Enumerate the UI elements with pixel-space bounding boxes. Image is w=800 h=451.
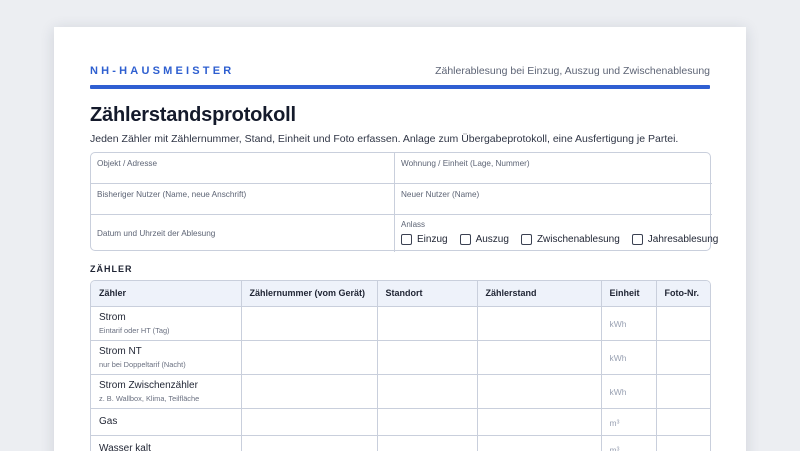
table-header-row: Zähler Zählernummer (vom Gerät) Standort… xyxy=(91,281,710,307)
datum-label: Datum und Uhrzeit der Ablesung xyxy=(97,229,216,238)
wohnung-label: Wohnung / Einheit (Lage, Nummer) xyxy=(401,159,530,168)
meter-cell: Gas xyxy=(91,408,242,436)
location-field[interactable] xyxy=(377,340,478,375)
option-zwischenablesung[interactable]: Zwischenablesung xyxy=(520,234,620,245)
header-tagline: Zählerablesung bei Einzug, Auszug und Zw… xyxy=(435,65,710,77)
photo-number-field[interactable] xyxy=(656,435,710,451)
meter-note: z. B. Wallbox, Klima, Teilfläche xyxy=(99,393,200,403)
photo-number-field[interactable] xyxy=(656,408,710,436)
col-header-zaehler: Zähler xyxy=(91,281,242,307)
unit-label: kWh xyxy=(609,387,627,397)
table-row: Wasser kalt m³ xyxy=(91,435,710,451)
table-row: Gas m³ xyxy=(91,408,710,436)
anlass-label: Anlass xyxy=(401,220,426,229)
meter-name: Strom NT xyxy=(99,345,142,357)
reading-field[interactable] xyxy=(477,435,602,451)
photo-number-field[interactable] xyxy=(656,340,710,375)
col-header-zaehlernummer: Zählernummer (vom Gerät) xyxy=(241,281,378,307)
header-rule xyxy=(90,85,710,89)
reading-field[interactable] xyxy=(477,306,602,341)
table-row: Strom Zwischenzähler z. B. Wallbox, Klim… xyxy=(91,374,710,409)
page-title: Zählerstandsprotokoll xyxy=(90,104,296,126)
meter-number-field[interactable] xyxy=(241,408,378,436)
unit-cell: kWh xyxy=(601,306,657,341)
objekt-label: Objekt / Adresse xyxy=(97,159,158,168)
bisheriger-nutzer-field[interactable]: Bisheriger Nutzer (Name, neue Anschrift) xyxy=(91,184,395,215)
meter-cell: Strom Zwischenzähler z. B. Wallbox, Klim… xyxy=(91,374,242,409)
unit-label: m³ xyxy=(609,417,620,428)
auszug-checkbox[interactable] xyxy=(459,234,471,245)
table-row: Strom NT nur bei Doppeltarif (Nacht) kWh xyxy=(91,340,710,375)
col-header-foto: Foto-Nr. xyxy=(656,281,710,307)
location-field[interactable] xyxy=(377,374,478,409)
meter-name: Strom Zwischenzähler xyxy=(99,379,198,391)
location-field[interactable] xyxy=(377,435,478,451)
neuer-nutzer-label: Neuer Nutzer (Name) xyxy=(401,190,480,199)
location-field[interactable] xyxy=(377,408,478,436)
jahresablesung-label: Jahresablesung xyxy=(647,234,719,245)
meter-name: Gas xyxy=(99,416,118,427)
meter-table: Zähler Zählernummer (vom Gerät) Standort… xyxy=(90,280,711,451)
meter-note: Eintarif oder HT (Tag) xyxy=(99,325,170,335)
col-header-zaehlerstand: Zählerstand xyxy=(477,281,602,307)
jahresablesung-checkbox[interactable] xyxy=(631,234,643,245)
meter-name: Strom xyxy=(99,311,126,323)
anlass-options: Einzug Auszug Zwischenablesung Jahresabl… xyxy=(401,234,718,245)
zwischenablesung-label: Zwischenablesung xyxy=(536,234,620,245)
protocol-sheet: NH-HAUSMEISTER Zählerablesung bei Einzug… xyxy=(54,27,746,451)
neuer-nutzer-field[interactable]: Neuer Nutzer (Name) xyxy=(395,184,712,215)
wohnung-field[interactable]: Wohnung / Einheit (Lage, Nummer) xyxy=(395,153,712,184)
meter-number-field[interactable] xyxy=(241,340,378,375)
anlass-field: Anlass Einzug Auszug Zwischenablesung Ja… xyxy=(395,215,718,252)
option-auszug[interactable]: Auszug xyxy=(459,234,509,245)
brand-logo: NH-HAUSMEISTER xyxy=(90,65,235,77)
col-header-einheit: Einheit xyxy=(601,281,657,307)
meter-name: Wasser kalt xyxy=(99,443,151,451)
unit-label: kWh xyxy=(609,319,627,329)
page-subtitle: Jeden Zähler mit Zählernummer, Stand, Ei… xyxy=(90,133,679,145)
reading-field[interactable] xyxy=(477,340,602,375)
meter-cell: Strom NT nur bei Doppeltarif (Nacht) xyxy=(91,340,242,375)
objekt-field[interactable]: Objekt / Adresse xyxy=(91,153,395,184)
unit-cell: kWh xyxy=(601,374,657,409)
einzug-label: Einzug xyxy=(417,234,448,245)
meter-cell: Wasser kalt xyxy=(91,435,242,451)
photo-number-field[interactable] xyxy=(656,306,710,341)
auszug-label: Auszug xyxy=(475,234,509,245)
location-field[interactable] xyxy=(377,306,478,341)
reading-field[interactable] xyxy=(477,408,602,436)
unit-cell: kWh xyxy=(601,340,657,375)
option-einzug[interactable]: Einzug xyxy=(401,234,448,245)
meter-note: nur bei Doppeltarif (Nacht) xyxy=(99,359,186,369)
photo-number-field[interactable] xyxy=(656,374,710,409)
header: NH-HAUSMEISTER Zählerablesung bei Einzug… xyxy=(90,65,710,77)
unit-label: m³ xyxy=(609,444,620,451)
bisheriger-nutzer-label: Bisheriger Nutzer (Name, neue Anschrift) xyxy=(97,190,247,199)
reading-field[interactable] xyxy=(477,374,602,409)
info-box: Objekt / Adresse Wohnung / Einheit (Lage… xyxy=(90,152,718,252)
zwischenablesung-checkbox[interactable] xyxy=(520,234,532,245)
col-header-standort: Standort xyxy=(377,281,478,307)
unit-label: kWh xyxy=(609,353,627,363)
datum-field[interactable]: Datum und Uhrzeit der Ablesung xyxy=(91,215,395,252)
table-row: Strom Eintarif oder HT (Tag) kWh xyxy=(91,306,710,341)
meter-cell: Strom Eintarif oder HT (Tag) xyxy=(91,306,242,341)
unit-cell: m³ xyxy=(601,408,657,436)
meter-number-field[interactable] xyxy=(241,435,378,451)
section-label-zaehler: ZÄHLER xyxy=(90,264,133,274)
meter-number-field[interactable] xyxy=(241,306,378,341)
meter-number-field[interactable] xyxy=(241,374,378,409)
unit-cell: m³ xyxy=(601,435,657,451)
einzug-checkbox[interactable] xyxy=(401,234,412,245)
option-jahresablesung[interactable]: Jahresablesung xyxy=(631,234,719,245)
